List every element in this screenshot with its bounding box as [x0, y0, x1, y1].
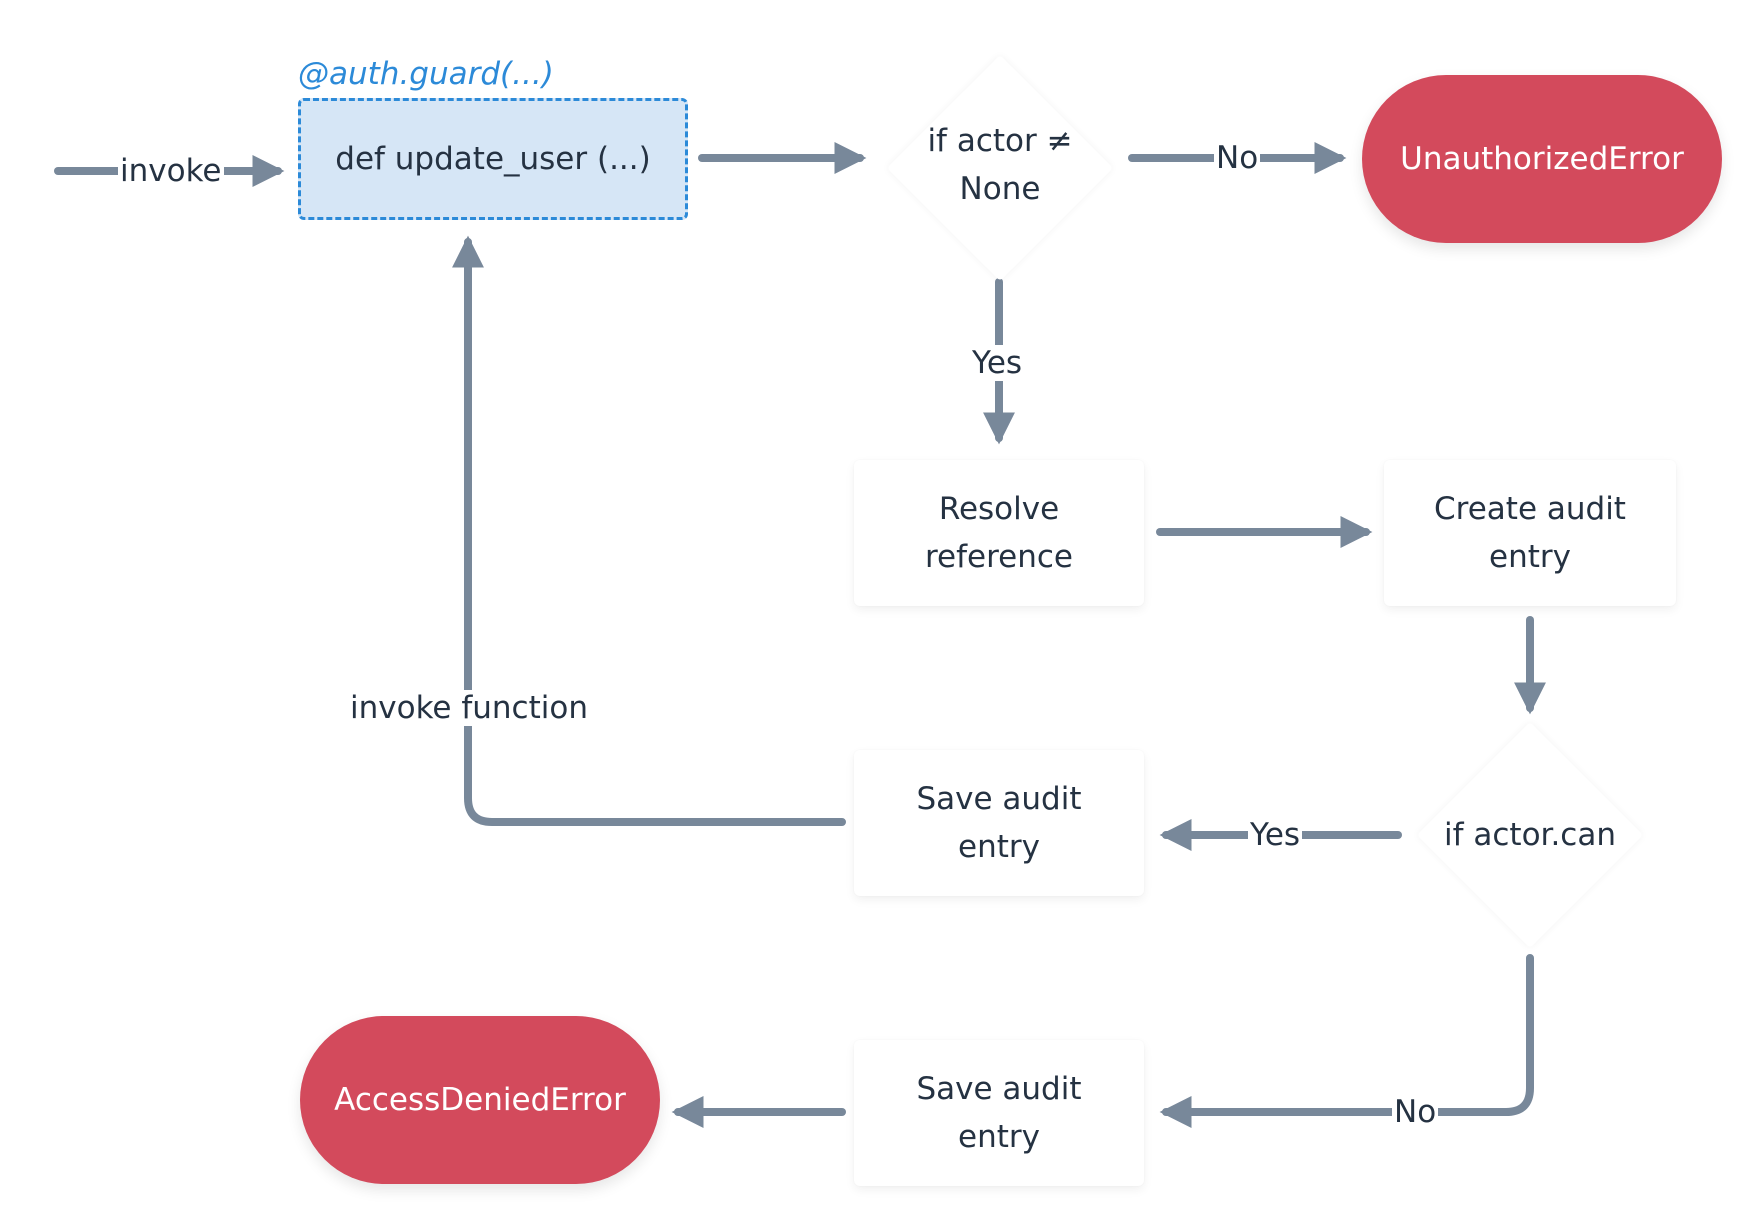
function-node-label: def update_user (...): [335, 141, 651, 177]
edge-label-invoke-function: invoke function: [348, 690, 590, 726]
resolve-line1: Resolve: [938, 491, 1060, 527]
resolve-line2: reference: [924, 539, 1074, 575]
save-no-line1: Save audit: [916, 1071, 1082, 1107]
function-node[interactable]: def update_user (...): [298, 98, 688, 220]
edge-save-to-func: [452, 235, 846, 826]
access-denied-error-label: AccessDeniedError: [334, 1082, 626, 1118]
edge-label-yes-resolve: Yes: [970, 345, 1025, 381]
decision-actor-none[interactable]: if actor ≠ None: [880, 90, 1120, 240]
unauthorized-error-label: UnauthorizedError: [1400, 141, 1684, 177]
create-line1: Create audit: [1434, 491, 1626, 527]
edge-can-no-save: [1159, 954, 1534, 1128]
save-yes-line1: Save audit: [916, 781, 1082, 817]
create-audit-entry-node[interactable]: Create audit entry: [1384, 460, 1676, 606]
unauthorized-error-node[interactable]: UnauthorizedError: [1362, 75, 1722, 243]
save-yes-line2: entry: [958, 829, 1040, 865]
edge-label-no-unauthorized: No: [1214, 140, 1261, 176]
edge-label-no-save: No: [1392, 1094, 1439, 1130]
resolve-reference-node[interactable]: Resolve reference: [854, 460, 1144, 606]
decision-actor-can-label: if actor.can: [1444, 817, 1616, 853]
edge-label-yes-save: Yes: [1248, 817, 1303, 853]
save-audit-entry-yes-node[interactable]: Save audit entry: [854, 750, 1144, 896]
decision-actor-none-line2: None: [959, 171, 1041, 207]
edge-label-invoke: invoke: [118, 153, 224, 189]
save-audit-entry-no-node[interactable]: Save audit entry: [854, 1040, 1144, 1186]
decorator-label: @auth.guard(...): [298, 56, 554, 92]
save-no-line2: entry: [958, 1119, 1040, 1155]
decision-actor-none-line1: if actor ≠: [927, 123, 1073, 159]
access-denied-error-node[interactable]: AccessDeniedError: [300, 1016, 660, 1184]
decision-actor-can[interactable]: if actor.can: [1410, 760, 1650, 910]
create-line2: entry: [1489, 539, 1571, 575]
